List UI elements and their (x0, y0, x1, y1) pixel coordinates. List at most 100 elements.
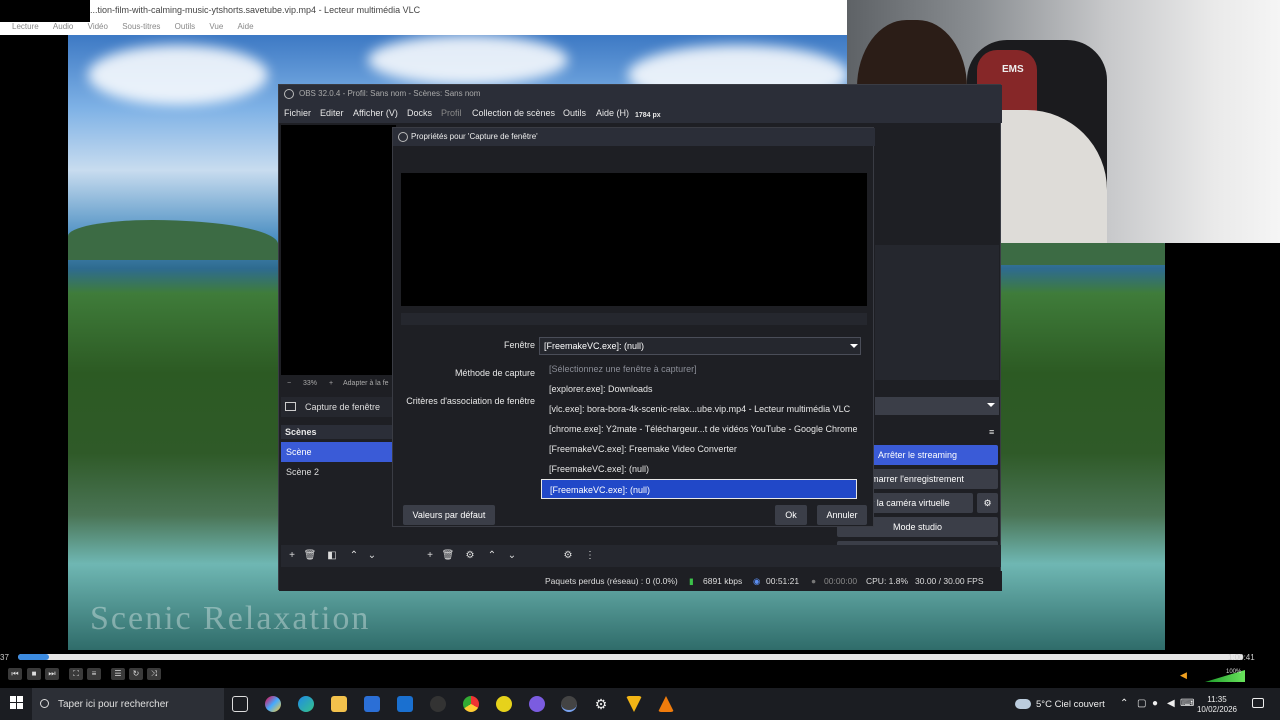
store-icon[interactable] (364, 696, 380, 712)
vlc-icon[interactable] (658, 696, 674, 712)
chrome-icon[interactable] (463, 696, 479, 712)
clock[interactable]: 11:35 10/02/2026 (1194, 695, 1240, 715)
shuffle-icon[interactable]: ⤨ (147, 668, 161, 680)
island (68, 220, 278, 260)
volume-icon[interactable]: ◀ (1167, 698, 1175, 709)
network-icon[interactable]: ▢ (1137, 698, 1146, 709)
vlc-menu-bar: Lecture Audio Vidéo Sous-titres Outils V… (0, 22, 850, 35)
obs-preview[interactable] (281, 125, 396, 375)
chevron-up-icon[interactable]: ⌃ (1120, 698, 1128, 709)
scene-item[interactable]: Scène (281, 442, 394, 462)
record-icon: ● (811, 576, 817, 586)
volume-percent: 100% (1226, 669, 1242, 675)
zoom-out-button[interactable]: − (287, 380, 291, 387)
vlc-menu-audio[interactable]: Audio (53, 22, 73, 31)
vlc-menu-tools[interactable]: Outils (175, 22, 195, 31)
dropdown-option[interactable]: [chrome.exe]: Y2mate - Téléchargeur...t … (541, 419, 857, 439)
cloud (88, 45, 268, 105)
loop-icon[interactable]: ↻ (129, 668, 143, 680)
window-label: Fenêtre (503, 340, 535, 350)
copilot-icon[interactable] (265, 696, 281, 712)
chat-app-icon[interactable] (529, 696, 545, 712)
vlc-menu-video[interactable]: Vidéo (88, 22, 108, 31)
weather-icon (1015, 699, 1031, 709)
remove-scene-icon[interactable]: 🗑 (303, 549, 317, 563)
remove-source-icon[interactable]: 🗑 (441, 549, 455, 563)
obs-menu-profile[interactable]: Profil (441, 108, 462, 118)
windows-start-icon[interactable] (10, 696, 24, 710)
next-icon[interactable]: ⏭ (45, 668, 59, 680)
dropdown-option[interactable]: [FreemakeVC.exe]: Freemake Video Convert… (541, 439, 857, 459)
settings-icon[interactable]: ⚙ (593, 696, 609, 712)
source-settings-icon[interactable]: ⚙ (463, 549, 477, 563)
source-up-icon[interactable]: ⌃ (485, 549, 499, 563)
title-bar-edge (0, 0, 90, 22)
obs-menu-file[interactable]: Fichier (284, 108, 311, 118)
microphone-icon[interactable]: ● (1152, 698, 1158, 709)
vlc-menu-help[interactable]: Aide (238, 22, 254, 31)
edge-icon[interactable] (298, 696, 314, 712)
dock-menu-icon[interactable]: ≡ (989, 427, 994, 437)
window-select[interactable]: [FreemakeVC.exe]: (null) (539, 337, 861, 355)
source-item[interactable]: Capture de fenêtre (281, 397, 395, 417)
move-down-icon[interactable]: ⌄ (365, 549, 379, 563)
dropdown-option-selected[interactable]: [FreemakeVC.exe]: (null) (541, 479, 857, 499)
filter-icon[interactable]: ◧ (325, 549, 339, 563)
obs-active-icon[interactable] (561, 696, 577, 712)
vectorizer-icon[interactable] (626, 696, 642, 712)
defaults-button[interactable]: Valeurs par défaut (403, 505, 495, 525)
gear-icon[interactable]: ⚙ (977, 493, 998, 513)
obs-menu-tools[interactable]: Outils (563, 108, 586, 118)
scene-item[interactable]: Scène 2 (281, 462, 394, 482)
bitrate: 6891 kbps (703, 576, 743, 586)
dropdown-option[interactable]: [explorer.exe]: Downloads (541, 379, 857, 399)
chevron-down-icon (850, 344, 858, 348)
vlc-menu-subtitles[interactable]: Sous-titres (122, 22, 160, 31)
obs-menu-view[interactable]: Afficher (V) (353, 108, 398, 118)
obs-menu-docks[interactable]: Docks (407, 108, 432, 118)
snapchat-icon[interactable] (496, 696, 512, 712)
language-icon[interactable]: ⌨ (1180, 698, 1194, 709)
mail-icon[interactable] (397, 696, 413, 712)
file-explorer-icon[interactable] (331, 696, 347, 712)
more-options-icon[interactable]: ⋮ (583, 549, 597, 563)
playlist-icon[interactable]: ☰ (111, 668, 125, 680)
move-up-icon[interactable]: ⌃ (347, 549, 361, 563)
dropdown-option[interactable]: [Sélectionnez une fenêtre à capturer] (541, 359, 857, 379)
task-view-icon[interactable] (232, 696, 248, 712)
vlc-menu-lecture[interactable]: Lecture (12, 22, 39, 31)
dock-toolbar: + 🗑 ◧ ⌃ ⌄ + 🗑 ⚙ ⌃ ⌄ ⚙ ⋮ (281, 545, 1001, 567)
obs-status-bar: Paquets perdus (réseau) : 0 (0.0%) ▮ 689… (279, 571, 1002, 591)
ok-button[interactable]: Ok (775, 505, 807, 525)
taskbar-search[interactable]: Taper ici pour rechercher (32, 688, 224, 720)
cloud (368, 35, 568, 85)
stop-icon[interactable]: ■ (27, 668, 41, 680)
capture-method-label: Méthode de capture (454, 368, 535, 378)
obs-taskbar-icon[interactable] (430, 696, 446, 712)
source-down-icon[interactable]: ⌄ (505, 549, 519, 563)
vlc-controls (0, 665, 1280, 685)
preview-divider (401, 313, 867, 325)
obs-menu-scene-collection[interactable]: Collection de scènes (472, 108, 555, 118)
dropdown-option[interactable]: [FreemakeVC.exe]: (null) (541, 459, 857, 479)
zoom-in-button[interactable]: + (329, 380, 333, 387)
dropdown-option[interactable]: [vlc.exe]: bora-bora-4k-scenic-relax...u… (541, 399, 857, 419)
add-scene-icon[interactable]: + (285, 549, 299, 563)
audio-advanced-icon[interactable]: ⚙ (561, 549, 575, 563)
extended-settings-icon[interactable]: ≡ (87, 668, 101, 680)
obs-logo-icon (284, 89, 294, 99)
cancel-button[interactable]: Annuler (817, 505, 867, 525)
obs-menu-help[interactable]: Aide (H) (596, 108, 629, 118)
add-source-icon[interactable]: + (423, 549, 437, 563)
seek-slider[interactable] (18, 654, 1243, 660)
obs-menu-edit[interactable]: Editer (320, 108, 344, 118)
notification-icon[interactable] (1252, 698, 1264, 708)
previous-icon[interactable]: ⏮ (8, 668, 22, 680)
vlc-menu-view[interactable]: Vue (209, 22, 223, 31)
zoom-fit-button[interactable]: Adapter à la fe (343, 380, 389, 387)
cpu-usage: CPU: 1.8% (866, 576, 909, 586)
fullscreen-icon[interactable]: ⛶ (69, 668, 83, 680)
weather-text[interactable]: 5°C Ciel couvert (1036, 699, 1105, 710)
stream-icon: ◉ (753, 576, 761, 586)
speaker-icon[interactable]: ◀ (1180, 670, 1187, 681)
